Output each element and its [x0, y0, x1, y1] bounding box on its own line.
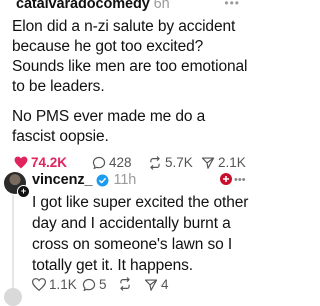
post-text-line: day and I accidentally burnt a [32, 215, 231, 232]
svg-text:•••: ••• [234, 174, 246, 186]
avatar[interactable] [4, 288, 22, 306]
avatar[interactable]: + [4, 172, 30, 198]
repost-button[interactable] [118, 277, 135, 291]
sticker-icon: ••• [218, 170, 246, 193]
comment-icon [82, 278, 96, 291]
like-count: 74.2K [31, 155, 68, 170]
verified-badge-icon [96, 174, 109, 186]
more-icon[interactable]: ••• [224, 0, 240, 10]
share-icon [201, 156, 215, 169]
post-text-line: Sounds like men are too emotional [12, 58, 248, 75]
post-text-line: I got like super excited the other [32, 194, 249, 211]
repost-icon [120, 277, 130, 291]
post-time: 6h [153, 0, 170, 12]
post-text-line: No PMS ever made me do a [12, 108, 206, 125]
like-count: 1.1K [49, 277, 77, 292]
heart-icon [14, 156, 28, 169]
like-button[interactable]: 74.2K [14, 155, 67, 170]
share-count: 4 [161, 277, 169, 292]
post-text-line: to be leaders. [12, 78, 105, 95]
post-actions: 74.2K 428 5.7K 2.1K [0, 155, 250, 173]
post-username[interactable]: catalvaradocomedy [16, 0, 150, 12]
post-time: 11h [113, 172, 137, 188]
repost-count: 5.7K [165, 155, 193, 170]
post-actions: 1.1K 5 4 [0, 277, 250, 295]
repost-icon [150, 155, 160, 170]
share-count: 2.1K [218, 155, 246, 170]
post-text-line: cross on someone's lawn so I [32, 236, 233, 253]
share-button[interactable]: 2.1K [201, 155, 246, 170]
post-text-line: fascist oopsie. [12, 128, 109, 145]
comment-icon [92, 156, 106, 169]
comment-button[interactable]: 5 [82, 277, 107, 292]
comment-count: 428 [109, 155, 132, 170]
post-text-line: because he got too excited? [12, 38, 204, 55]
comment-button[interactable]: 428 [92, 155, 132, 170]
heart-icon [32, 278, 46, 291]
share-button[interactable]: 4 [144, 277, 169, 292]
post-username[interactable]: vincenz_ [32, 172, 93, 188]
share-icon [144, 278, 158, 291]
plus-icon[interactable]: + [17, 185, 30, 198]
like-button[interactable]: 1.1K [32, 277, 77, 292]
comment-count: 5 [99, 277, 107, 292]
post-text-line: Elon did a n-zi salute by accident [12, 18, 236, 35]
post-text-line: totally get it. It happens. [32, 257, 194, 274]
repost-button[interactable]: 5.7K [148, 155, 193, 170]
